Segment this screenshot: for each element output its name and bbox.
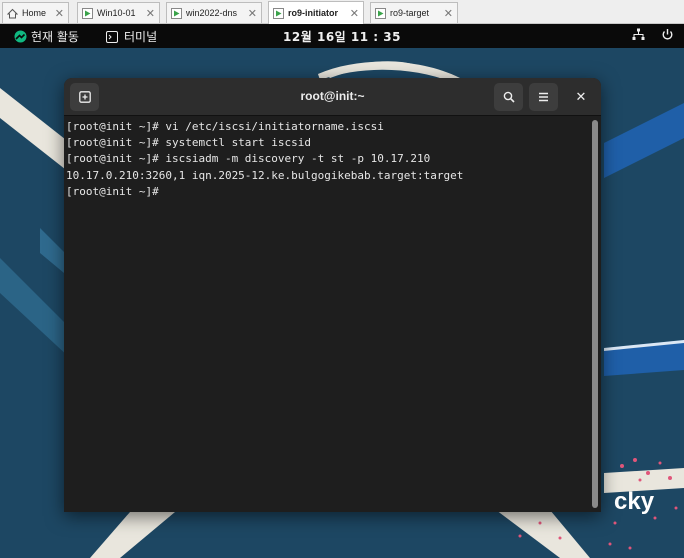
vm-tab-ro9-initiator[interactable]: ro9-initiator ✕ <box>268 1 364 24</box>
terminal-header[interactable]: root@init:~ ✕ <box>64 78 601 116</box>
vm-running-icon <box>82 7 93 19</box>
vm-tab-label: win2022-dns <box>186 8 238 18</box>
terminal-output[interactable]: [root@init ~]# vi /etc/iscsi/initiatorna… <box>64 117 601 512</box>
vm-tab-label: Home <box>22 8 47 18</box>
clock-button[interactable]: 12월 16일 11 : 35 <box>0 28 684 45</box>
search-icon <box>503 91 515 103</box>
gnome-top-bar: 현재 활동 터미널 12월 16일 11 : 35 <box>0 24 684 48</box>
terminal-prompt-line: [root@init ~]# <box>66 184 159 198</box>
terminal-line: [root@init ~]# systemctl start iscsid <box>66 136 312 150</box>
close-icon[interactable]: ✕ <box>55 7 64 20</box>
terminal-scrollbar[interactable] <box>592 120 598 508</box>
vm-tab-label: ro9-target <box>390 8 430 18</box>
system-tray[interactable] <box>632 28 674 41</box>
search-button[interactable] <box>494 83 523 111</box>
hamburger-menu-icon <box>539 92 548 102</box>
close-icon: ✕ <box>575 89 587 105</box>
terminal-line: [root@init ~]# vi /etc/iscsi/initiatorna… <box>66 120 384 133</box>
terminal-line: 10.17.0.210:3260,1 iqn.2025-12.ke.bulgog… <box>66 168 464 182</box>
terminal-line: [root@init ~]# iscsiadm -m discovery -t … <box>66 152 431 166</box>
terminal-window[interactable]: root@init:~ ✕ [root@init ~]# vi /etc/isc… <box>64 78 601 512</box>
vm-running-icon <box>375 7 386 19</box>
vm-tab-home[interactable]: Home ✕ <box>2 2 69 23</box>
vm-running-icon <box>171 7 182 19</box>
close-icon[interactable]: ✕ <box>146 7 155 20</box>
close-window-button[interactable]: ✕ <box>567 83 595 111</box>
close-icon[interactable]: ✕ <box>248 7 257 20</box>
vm-tab-win10-01[interactable]: Win10-01 ✕ <box>77 2 160 23</box>
close-icon[interactable]: ✕ <box>444 7 453 20</box>
vm-tab-strip: Home ✕ Win10-01 ✕ win2022-dns ✕ ro9-init… <box>0 0 684 24</box>
home-icon <box>7 8 18 18</box>
vm-tab-label: Win10-01 <box>97 8 136 18</box>
vm-tab-label: ro9-initiator <box>288 8 339 18</box>
clock-label: 12월 16일 11 : 35 <box>283 30 401 44</box>
vm-tab-ro9-target[interactable]: ro9-target ✕ <box>370 2 458 23</box>
menu-button[interactable] <box>529 83 558 111</box>
desktop-logo-text: cky <box>614 488 655 515</box>
vm-running-icon <box>273 7 284 19</box>
power-icon[interactable] <box>661 28 674 41</box>
close-icon[interactable]: ✕ <box>350 7 359 20</box>
vm-tab-win2022-dns[interactable]: win2022-dns ✕ <box>166 2 262 23</box>
network-icon[interactable] <box>632 28 645 41</box>
